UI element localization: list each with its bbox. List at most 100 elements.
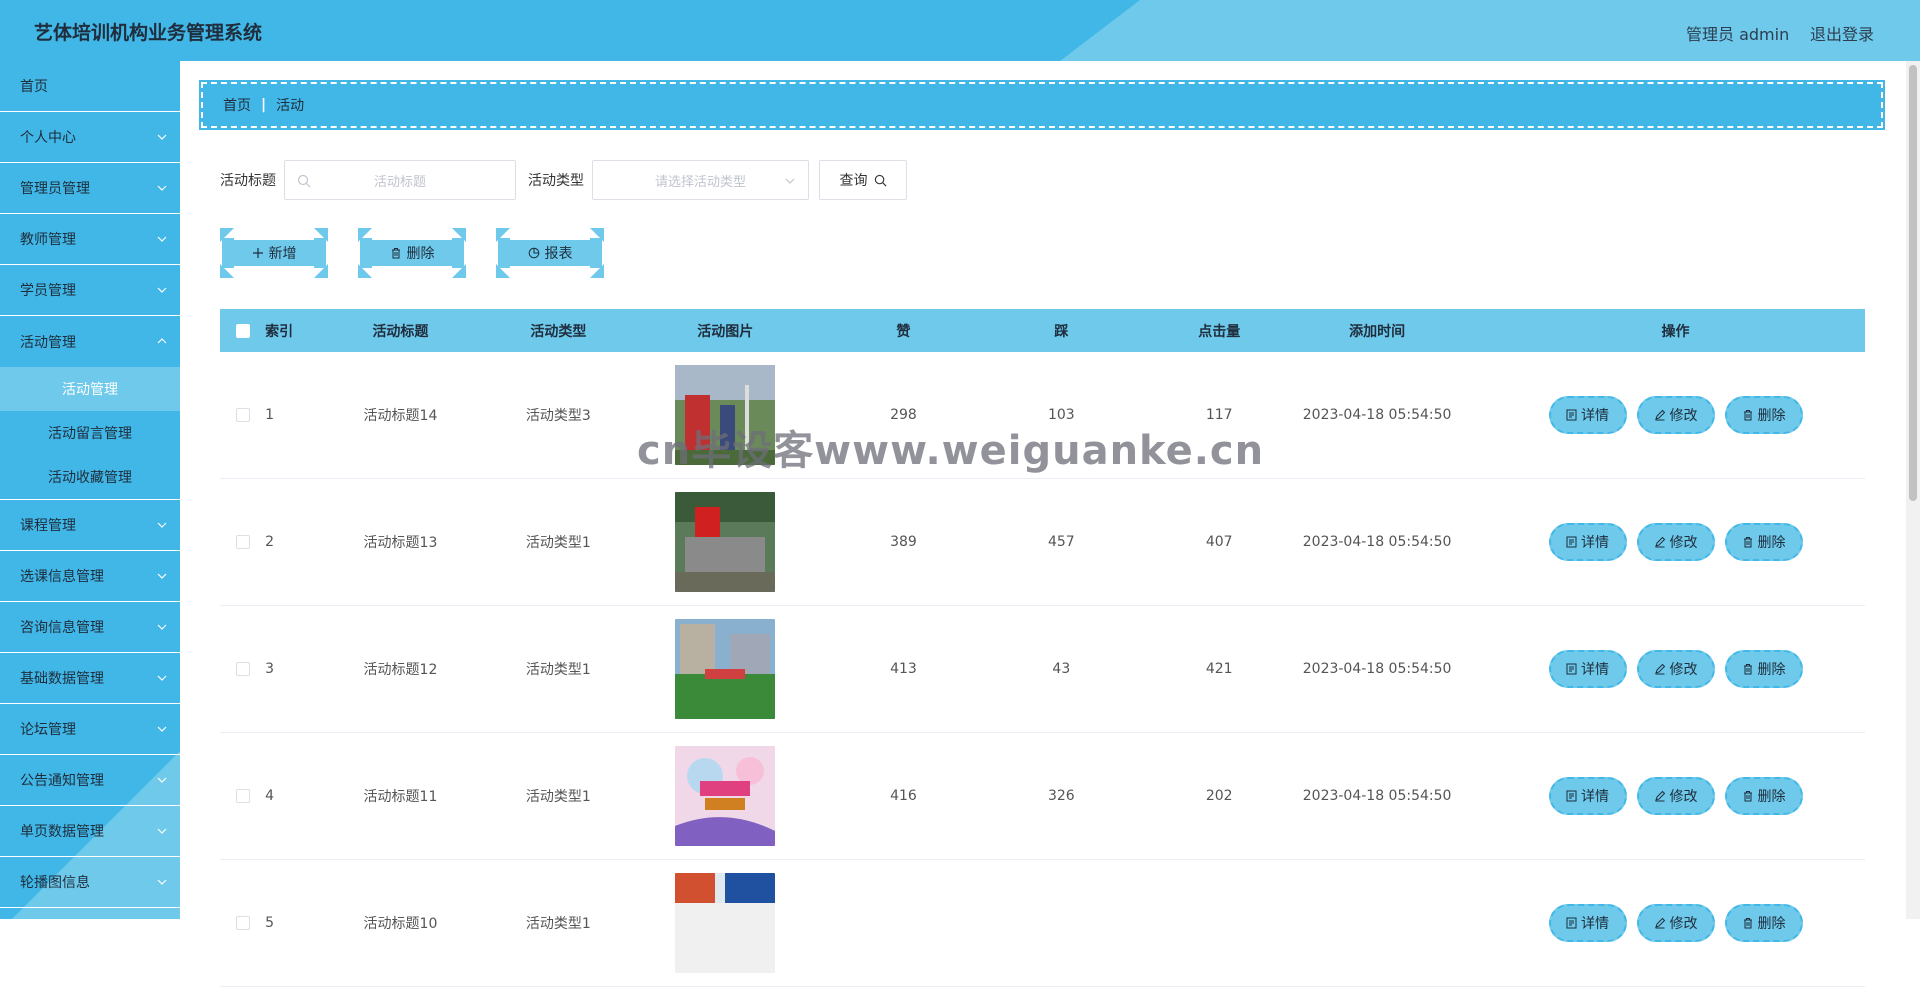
row-checkbox[interactable] xyxy=(235,789,250,803)
sidebar-subitem-activity-manage[interactable]: 活动管理 xyxy=(0,367,180,411)
edit-button[interactable]: 修改 xyxy=(1636,396,1715,434)
row-dislike: 43 xyxy=(1052,661,1071,677)
report-button[interactable]: 报表 xyxy=(496,228,604,278)
delete-button[interactable]: 删除 xyxy=(1724,523,1803,561)
activity-image[interactable] xyxy=(675,619,776,719)
query-button[interactable]: 查询 xyxy=(819,160,907,200)
row-clicks: 421 xyxy=(1205,661,1233,677)
delete-label: 删除 xyxy=(1757,408,1786,424)
detail-label: 详情 xyxy=(1581,789,1610,805)
header-time: 添加时间 xyxy=(1349,323,1406,340)
detail-button[interactable]: 详情 xyxy=(1548,523,1627,561)
breadcrumb-home[interactable]: 首页 xyxy=(223,95,251,115)
row-time: 2023-04-18 05:54:50 xyxy=(1302,534,1452,550)
title-search-input[interactable]: 活动标题 xyxy=(284,160,516,200)
row-time: 2023-04-18 05:54:50 xyxy=(1302,661,1452,677)
detail-button[interactable]: 详情 xyxy=(1548,396,1627,434)
select-all-checkbox[interactable] xyxy=(235,323,250,338)
edit-label: 修改 xyxy=(1669,916,1698,932)
edit-button[interactable]: 修改 xyxy=(1636,523,1715,561)
edit-label: 修改 xyxy=(1669,535,1698,551)
batch-delete-button[interactable]: 删除 xyxy=(358,228,466,278)
detail-label: 详情 xyxy=(1581,535,1610,551)
app-title: 艺体培训机构业务管理系统 xyxy=(34,22,263,44)
search-icon xyxy=(874,174,886,186)
pencil-icon xyxy=(1654,663,1665,675)
query-button-label: 查询 xyxy=(839,173,868,189)
header-dislike: 踩 xyxy=(1054,323,1069,340)
table-row: 3 活动标题12 活动类型1 413 43 421 2023-04-18 05:… xyxy=(220,606,1865,733)
delete-button[interactable]: 删除 xyxy=(1724,650,1803,688)
detail-button[interactable]: 详情 xyxy=(1548,650,1627,688)
chevron-up-icon xyxy=(157,338,167,344)
type-select-label: 活动类型 xyxy=(528,173,584,189)
sidebar-item-consulting[interactable]: 咨询信息管理 xyxy=(0,602,180,653)
row-index: 5 xyxy=(265,915,275,931)
sidebar-item-base-data[interactable]: 基础数据管理 xyxy=(0,653,180,704)
activity-image[interactable] xyxy=(675,873,776,973)
row-clicks: 407 xyxy=(1205,534,1233,550)
type-select[interactable]: 请选择活动类型 xyxy=(592,160,809,200)
add-button[interactable]: 新增 xyxy=(220,228,328,278)
row-title: 活动标题11 xyxy=(363,789,438,805)
row-checkbox[interactable] xyxy=(235,916,250,930)
edit-button[interactable]: 修改 xyxy=(1636,777,1715,815)
sidebar-item-forum[interactable]: 论坛管理 xyxy=(0,704,180,755)
batch-delete-button-label: 删除 xyxy=(406,246,435,262)
activity-table: 索引 活动标题 活动类型 活动图片 赞 踩 点击量 添加时间 操作 1 活动标题… xyxy=(220,309,1865,987)
pie-chart-icon xyxy=(528,247,539,259)
sidebar-item-label: 轮播图信息 xyxy=(20,875,90,891)
sidebar-subitem-activity-comments[interactable]: 活动留言管理 xyxy=(0,411,180,455)
sidebar-item-admins[interactable]: 管理员管理 xyxy=(0,163,180,214)
row-checkbox[interactable] xyxy=(235,662,250,676)
scrollbar-thumb[interactable] xyxy=(1909,65,1917,501)
sidebar-item-activities[interactable]: 活动管理 xyxy=(0,316,180,367)
edit-button[interactable]: 修改 xyxy=(1636,904,1715,942)
logout-button[interactable]: 退出登录 xyxy=(1810,21,1874,45)
vertical-scrollbar[interactable] xyxy=(1906,61,1920,919)
row-checkbox[interactable] xyxy=(235,408,250,422)
activity-image[interactable] xyxy=(675,492,776,592)
table-header: 索引 活动标题 活动类型 活动图片 赞 踩 点击量 添加时间 操作 xyxy=(220,309,1865,352)
document-icon xyxy=(1566,536,1577,548)
delete-button[interactable]: 删除 xyxy=(1724,396,1803,434)
delete-button[interactable]: 删除 xyxy=(1724,904,1803,942)
add-button-label: 新增 xyxy=(268,246,297,262)
detail-label: 详情 xyxy=(1581,408,1610,424)
sidebar-subitem-activity-favorites[interactable]: 活动收藏管理 xyxy=(0,455,180,499)
sidebar-item-students[interactable]: 学员管理 xyxy=(0,265,180,316)
row-index: 4 xyxy=(265,788,275,804)
breadcrumb-current: 活动 xyxy=(276,98,305,114)
row-checkbox[interactable] xyxy=(235,535,250,549)
sidebar-item-course-selection[interactable]: 选课信息管理 xyxy=(0,551,180,602)
detail-button[interactable]: 详情 xyxy=(1548,904,1627,942)
header-like: 赞 xyxy=(896,323,911,340)
table-row: 5 活动标题10 活动类型1 详情 修改 删除 xyxy=(220,860,1865,987)
trash-icon xyxy=(1743,537,1752,548)
row-dislike: 457 xyxy=(1047,534,1075,550)
title-search-label: 活动标题 xyxy=(220,173,276,189)
sidebar-item-teachers[interactable]: 教师管理 xyxy=(0,214,180,265)
sidebar-item-single-page[interactable]: 单页数据管理 xyxy=(0,806,180,857)
row-title: 活动标题13 xyxy=(363,535,438,551)
sidebar-item-profile[interactable]: 个人中心 xyxy=(0,112,180,163)
chevron-down-icon xyxy=(157,522,167,528)
edit-button[interactable]: 修改 xyxy=(1636,650,1715,688)
chevron-down-icon xyxy=(785,178,795,184)
pencil-icon xyxy=(1654,790,1665,802)
detail-button[interactable]: 详情 xyxy=(1548,777,1627,815)
current-user[interactable]: 管理员 admin xyxy=(1686,21,1789,45)
edit-label: 修改 xyxy=(1669,789,1698,805)
activity-image[interactable] xyxy=(675,746,776,846)
sidebar-item-label: 个人中心 xyxy=(20,130,76,146)
sidebar-item-carousel[interactable]: 轮播图信息 xyxy=(0,857,180,908)
row-clicks: 202 xyxy=(1205,788,1233,804)
sidebar-item-notices[interactable]: 公告通知管理 xyxy=(0,755,180,806)
header-image: 活动图片 xyxy=(697,323,754,340)
delete-button[interactable]: 删除 xyxy=(1724,777,1803,815)
header-type: 活动类型 xyxy=(530,323,587,340)
activities-submenu: 活动管理 活动留言管理 活动收藏管理 xyxy=(0,367,180,500)
sidebar-item-home[interactable]: 首页 xyxy=(0,61,180,112)
table-row: 2 活动标题13 活动类型1 389 457 407 2023-04-18 05… xyxy=(220,479,1865,606)
sidebar-item-courses[interactable]: 课程管理 xyxy=(0,500,180,551)
